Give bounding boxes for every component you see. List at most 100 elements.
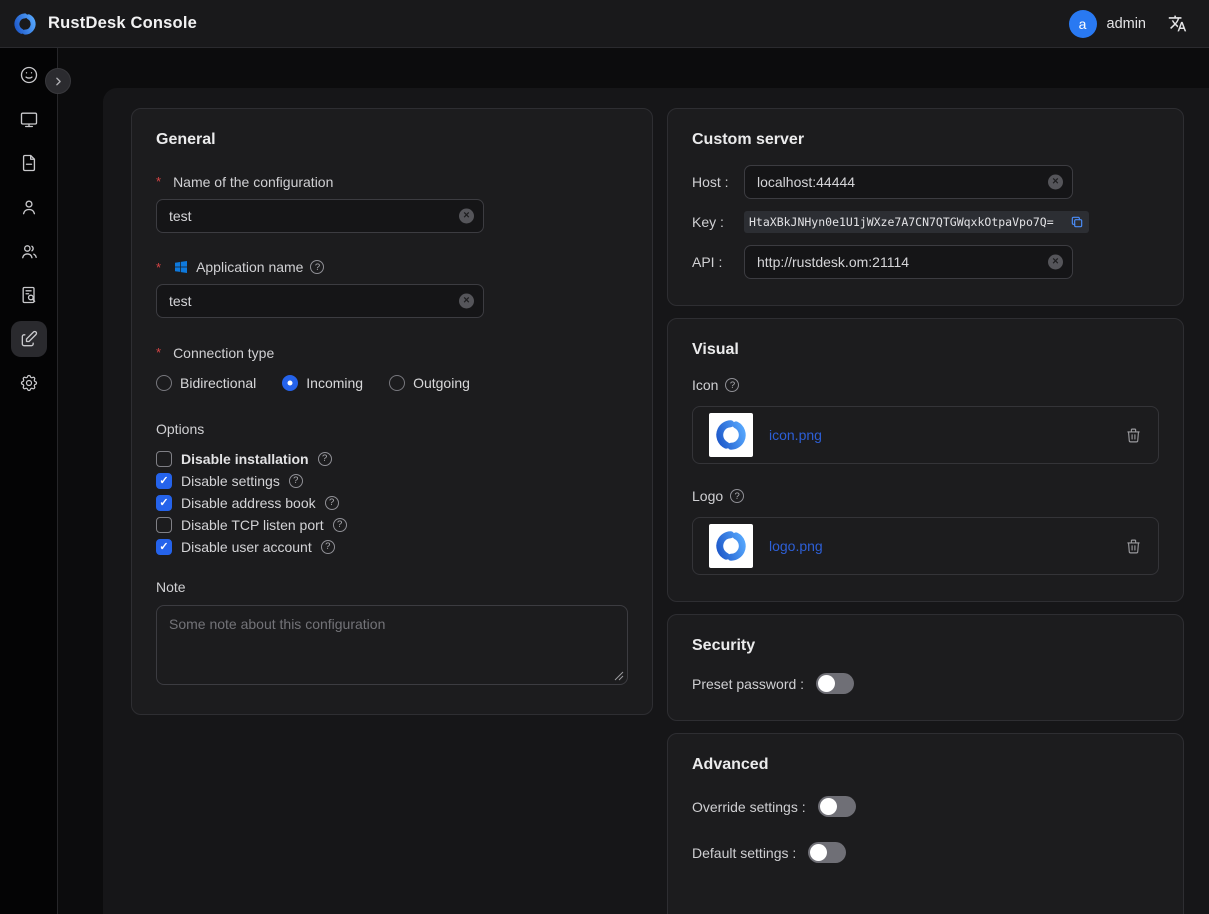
sidebar-item-groups[interactable] [11,233,47,269]
options-group: Disable installation Disable settings Di… [156,451,628,555]
connection-type-label: * Connection type [156,345,274,361]
delete-icon-file-icon[interactable] [1125,427,1142,444]
icon-help-icon[interactable] [725,378,739,392]
sidebar-expand-button[interactable] [45,68,71,94]
config-name-input[interactable] [156,199,484,233]
visual-card: Visual Icon icon.png [667,318,1184,602]
note-textarea[interactable] [156,605,628,685]
icon-label: Icon [692,377,718,393]
key-label: Key : [692,214,744,230]
topbar: RustDesk Console a admin [0,0,1209,48]
sidebar-item-settings[interactable] [11,365,47,401]
override-settings-label: Override settings : [692,799,806,815]
default-settings-label: Default settings : [692,845,796,861]
advanced-card: Advanced Override settings : Default set… [667,733,1184,914]
clear-config-name-icon[interactable] [459,208,474,223]
clear-api-icon[interactable] [1048,255,1063,270]
windows-logo-icon [173,259,189,275]
override-settings-toggle[interactable] [818,796,856,817]
preset-password-toggle[interactable] [816,673,854,694]
radio-outgoing[interactable]: Outgoing [389,375,470,391]
config-name-label: * Name of the configuration [156,174,333,190]
checkbox-box [156,473,172,489]
username: admin [1107,16,1147,32]
radio-dot [389,375,405,391]
sidebar [0,48,58,914]
options-label: Options [156,421,204,437]
custom-server-card: Custom server Host : Key : HtaXBkJNHyn0e… [667,108,1184,306]
advanced-title: Advanced [692,756,1159,774]
sidebar-item-users[interactable] [11,189,47,225]
api-input[interactable] [744,245,1073,279]
sidebar-item-documents[interactable] [11,145,47,181]
toggle-knob [820,798,837,815]
disable-address-book-help-icon[interactable] [325,496,339,510]
general-card: General * Name of the configuration * [131,108,653,715]
resize-grip-icon[interactable] [614,671,624,681]
sidebar-item-custom-clients[interactable] [11,321,47,357]
checkbox-disable-address-book[interactable]: Disable address book [156,495,628,511]
icon-file-link[interactable]: icon.png [769,427,822,443]
sidebar-item-overview[interactable] [11,57,47,93]
radio-bidirectional[interactable]: Bidirectional [156,375,256,391]
sidebar-item-devices[interactable] [11,101,47,137]
sidebar-item-audit[interactable] [11,277,47,313]
avatar: a [1069,10,1097,38]
clear-host-icon[interactable] [1048,175,1063,190]
host-input[interactable] [744,165,1073,199]
user-menu[interactable]: a admin [1069,10,1147,38]
copy-key-icon[interactable] [1070,215,1084,229]
application-name-input[interactable] [156,284,484,318]
checkbox-box [156,539,172,555]
checkbox-box [156,517,172,533]
checkbox-box [156,451,172,467]
user-icon [19,197,39,217]
logo-label: Logo [692,488,723,504]
radio-dot [156,375,172,391]
logo-thumbnail [709,524,753,568]
logo-help-icon[interactable] [730,489,744,503]
monitor-icon [19,109,39,129]
gear-icon [19,373,39,393]
document-icon [19,153,39,173]
radio-dot [282,375,298,391]
icon-label-row: Icon [692,377,1159,393]
chevron-right-icon [52,75,65,88]
disable-tcp-listen-port-help-icon[interactable] [333,518,347,532]
app-title: RustDesk Console [48,14,197,33]
toggle-knob [818,675,835,692]
clear-application-name-icon[interactable] [459,294,474,309]
host-label: Host : [692,174,744,190]
application-name-label: * Application name [156,259,324,275]
visual-title: Visual [692,341,1159,359]
logo-label-row: Logo [692,488,1159,504]
application-name-help-icon[interactable] [310,260,324,274]
icon-thumbnail [709,413,753,457]
disable-installation-help-icon[interactable] [318,452,332,466]
brand: RustDesk Console [12,11,197,37]
translate-icon[interactable] [1168,14,1187,33]
logo-file-link[interactable]: logo.png [769,538,823,554]
api-label: API : [692,254,744,270]
delete-logo-file-icon[interactable] [1125,538,1142,555]
checkbox-disable-installation[interactable]: Disable installation [156,451,628,467]
toggle-knob [810,844,827,861]
key-value: HtaXBkJNHyn0e1U1jWXze7A7CN7QTGWqxkOtpaVp… [749,215,1066,229]
note-label: Note [156,579,186,595]
logo-file-row: logo.png [692,517,1159,575]
checkbox-disable-user-account[interactable]: Disable user account [156,539,628,555]
checkbox-box [156,495,172,511]
icon-file-row: icon.png [692,406,1159,464]
rustdesk-logo-icon [12,11,38,37]
checkbox-disable-settings[interactable]: Disable settings [156,473,628,489]
connection-type-group: Bidirectional Incoming Outgoing [156,375,628,391]
security-title: Security [692,637,1159,655]
preset-password-label: Preset password : [692,676,804,692]
default-settings-toggle[interactable] [808,842,846,863]
checkbox-disable-tcp-listen-port[interactable]: Disable TCP listen port [156,517,628,533]
smiley-icon [19,65,39,85]
radio-incoming[interactable]: Incoming [282,375,363,391]
edit-icon [19,329,39,349]
disable-user-account-help-icon[interactable] [321,540,335,554]
disable-settings-help-icon[interactable] [289,474,303,488]
